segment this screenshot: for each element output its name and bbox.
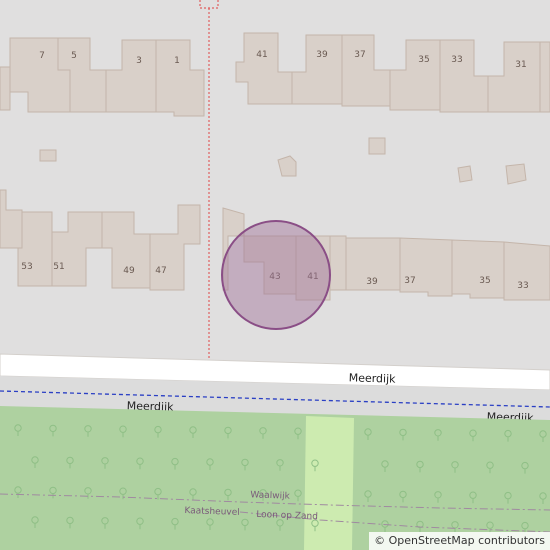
house-number: 39 (366, 277, 378, 287)
copyright-symbol: © (374, 534, 386, 547)
house-number: 3 (136, 56, 142, 66)
house-number: 5 (71, 51, 77, 61)
house-number: 47 (155, 266, 166, 276)
house-number: 41 (256, 50, 267, 60)
house-number: 1 (174, 56, 180, 66)
house-number: 7 (39, 51, 45, 61)
house-number: 33 (451, 55, 462, 65)
map-canvas: 7 5 3 1 41 39 37 35 33 31 53 51 49 47 43… (0, 0, 550, 550)
meadow-strip (304, 416, 354, 550)
house-number: 49 (123, 266, 135, 276)
house-number: 31 (515, 60, 526, 70)
road-label-meerdijk: Meerdijk (349, 371, 397, 385)
house-number: 35 (418, 55, 429, 65)
house-number: 35 (479, 276, 490, 286)
location-marker[interactable] (221, 220, 331, 330)
house-number: 51 (53, 262, 64, 272)
boundary-label-kaatsheuvel: Kaatsheuvel (184, 506, 240, 518)
house-number: 33 (517, 281, 528, 291)
boundary-label-waalwijk: Waalwijk (250, 490, 291, 501)
house-number: 39 (316, 50, 328, 60)
map-attribution: © OpenStreetMap contributors (369, 532, 550, 550)
attribution-link[interactable]: OpenStreetMap contributors (389, 534, 545, 547)
house-number: 37 (404, 276, 415, 286)
house-number: 53 (21, 262, 32, 272)
house-number: 37 (354, 50, 365, 60)
map-view[interactable]: 7 5 3 1 41 39 37 35 33 31 53 51 49 47 43… (0, 0, 550, 550)
